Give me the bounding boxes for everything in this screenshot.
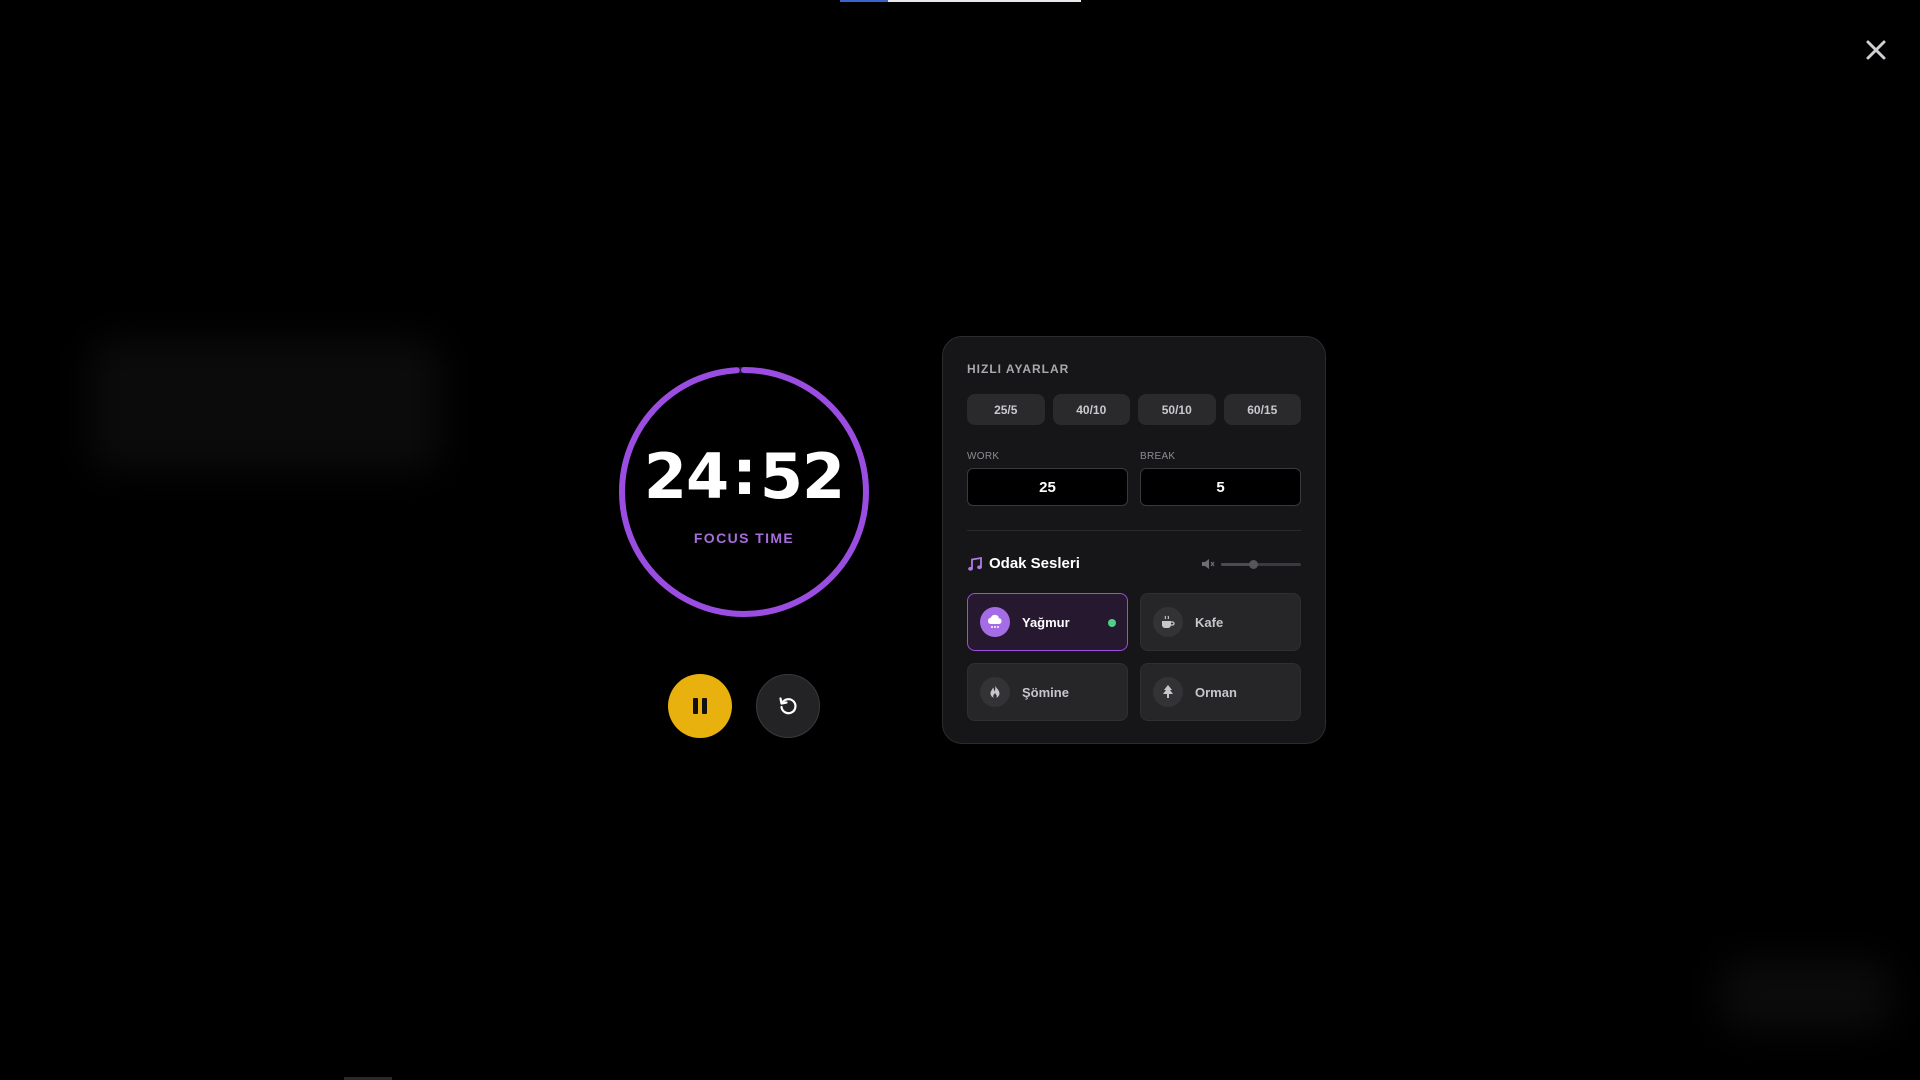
timer-seconds: 52 (759, 440, 845, 513)
timer-minutes: 24 (643, 440, 729, 513)
pause-button[interactable] (668, 674, 732, 738)
panel-title: HIZLI AYARLAR (967, 362, 1070, 376)
preset-button-50-10[interactable]: 50/10 (1138, 394, 1216, 425)
sound-name: Yağmur (1022, 614, 1070, 630)
timer-separator: : (732, 436, 757, 509)
timer-mode-label: FOCUS TIME (693, 530, 795, 546)
music-note-icon (968, 556, 982, 571)
coffee-cup-icon (1153, 607, 1183, 637)
reset-button[interactable] (756, 674, 820, 738)
background-blur (1720, 960, 1890, 1030)
break-input[interactable]: 5 (1140, 468, 1301, 506)
focus-sounds-title: Odak Sesleri (989, 555, 1080, 572)
focus-mode-overlay: 24:52 FOCUS TIME HIZLI AYARLAR 25/5 40/1… (0, 0, 1920, 1080)
preset-button-60-15[interactable]: 60/15 (1223, 394, 1301, 425)
reset-icon (779, 697, 797, 715)
volume-control (1201, 558, 1301, 570)
close-button[interactable] (1860, 34, 1892, 66)
break-label: BREAK (1140, 451, 1176, 462)
fire-icon (980, 677, 1010, 707)
close-icon (1866, 40, 1886, 60)
volume-knob[interactable] (1249, 559, 1258, 569)
divider (967, 530, 1301, 531)
sound-name: Orman (1195, 684, 1237, 700)
sound-name: Kafe (1195, 614, 1224, 630)
work-label: WORK (967, 451, 1000, 462)
sound-card-somine[interactable]: Şömine (967, 663, 1128, 721)
sound-card-yagmur[interactable]: Yağmur (967, 593, 1128, 651)
active-indicator (1108, 619, 1116, 627)
top-progress-fill (840, 0, 889, 2)
preset-group: 25/5 40/10 50/10 60/15 (967, 394, 1301, 425)
focus-sounds-header: Odak Sesleri (967, 555, 1080, 572)
background-blur (90, 340, 440, 470)
pause-icon (693, 698, 707, 714)
preset-button-40-10[interactable]: 40/10 (1052, 394, 1130, 425)
speaker-icon (1202, 559, 1215, 569)
sound-card-kafe[interactable]: Kafe (1140, 593, 1301, 651)
sound-name: Şömine (1022, 684, 1069, 700)
timer-ring: 24:52 FOCUS TIME (618, 366, 870, 618)
tree-icon (1153, 677, 1183, 707)
top-progress-bar (840, 0, 1081, 2)
work-input[interactable]: 25 (967, 468, 1128, 506)
volume-slider[interactable] (1221, 559, 1301, 569)
timer-display: 24:52 (644, 442, 845, 508)
sound-card-orman[interactable]: Orman (1140, 663, 1301, 721)
quick-settings-panel: HIZLI AYARLAR 25/5 40/10 50/10 60/15 WOR… (942, 336, 1326, 744)
preset-button-25-5[interactable]: 25/5 (967, 394, 1045, 425)
rain-cloud-icon (980, 607, 1010, 637)
